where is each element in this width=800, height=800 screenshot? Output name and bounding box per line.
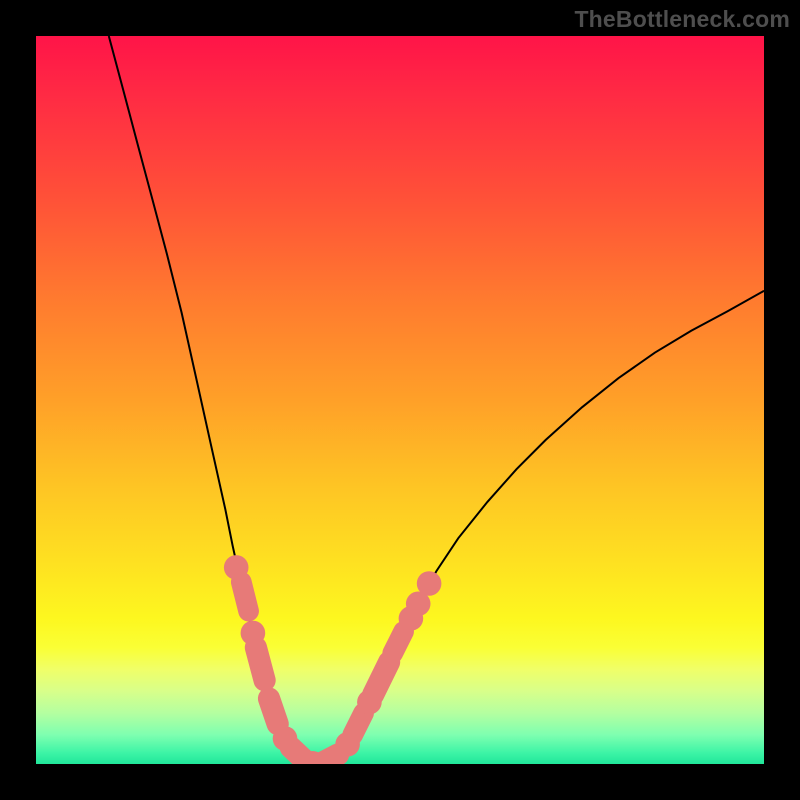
- marker-pill: [269, 699, 278, 725]
- marker-pill: [353, 713, 364, 735]
- marker-dot: [417, 571, 442, 596]
- data-markers: [224, 555, 442, 764]
- marker-pill: [256, 648, 265, 681]
- chart-plot-area: [36, 36, 764, 764]
- marker-pill: [320, 755, 338, 765]
- marker-pill: [393, 632, 404, 654]
- bottleneck-curve: [36, 36, 764, 764]
- curve-path: [109, 36, 764, 764]
- marker-pill: [373, 662, 389, 695]
- watermark-text: TheBottleneck.com: [574, 6, 790, 33]
- marker-pill: [241, 582, 248, 611]
